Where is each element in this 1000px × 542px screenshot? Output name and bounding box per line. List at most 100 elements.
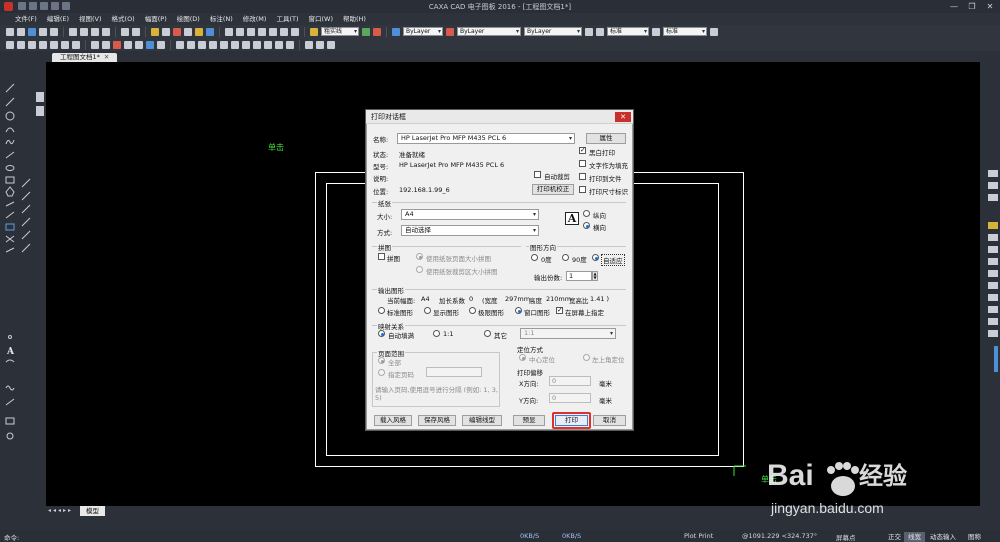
fillet-icon[interactable] bbox=[253, 40, 261, 49]
rotate-0-radio[interactable] bbox=[531, 254, 538, 261]
match-properties-icon[interactable] bbox=[162, 27, 170, 36]
radius-dim-icon[interactable] bbox=[102, 40, 110, 49]
gear-icon[interactable] bbox=[206, 27, 214, 36]
table-icon[interactable] bbox=[61, 40, 69, 49]
tab-document[interactable]: 工程图文档1* ✕ bbox=[52, 53, 118, 62]
save-as-icon[interactable] bbox=[39, 27, 47, 36]
cut-icon[interactable] bbox=[69, 27, 77, 36]
print-size-mark-checkbox[interactable] bbox=[579, 186, 586, 193]
trim-icon[interactable] bbox=[176, 40, 184, 49]
text-style-icon[interactable] bbox=[596, 27, 604, 36]
x-offset-input[interactable]: 0 bbox=[549, 376, 591, 386]
frame-icon[interactable] bbox=[17, 40, 25, 49]
tile-crop-size-radio[interactable] bbox=[416, 266, 423, 273]
page-numbers-input[interactable] bbox=[426, 367, 482, 377]
save-style-button[interactable]: 保存风格 bbox=[418, 415, 456, 426]
undo-icon[interactable] bbox=[121, 27, 129, 36]
grid-icon[interactable] bbox=[327, 40, 335, 49]
save-icon[interactable] bbox=[28, 27, 36, 36]
chamfer-icon[interactable] bbox=[264, 40, 272, 49]
menu-dimension[interactable]: 标注(N) bbox=[205, 13, 238, 25]
text-as-fill-checkbox[interactable] bbox=[579, 160, 586, 167]
layer-combo[interactable]: ByLayer bbox=[403, 27, 443, 36]
zoom-all-icon[interactable] bbox=[247, 27, 255, 36]
linewidth-toggle[interactable]: 线宽 bbox=[904, 532, 925, 542]
dimension-icon[interactable] bbox=[91, 40, 99, 49]
tab-model[interactable]: 模型 bbox=[80, 506, 105, 516]
section-icon[interactable] bbox=[157, 40, 165, 49]
layout-nav-arrows[interactable]: ◂◂◂▸▸ bbox=[48, 507, 73, 514]
menu-edit[interactable]: 编辑(E) bbox=[42, 13, 74, 25]
screen-point-toggle[interactable]: 屏幕点 bbox=[836, 532, 856, 542]
minimize-button[interactable]: — bbox=[946, 1, 962, 12]
new-icon[interactable] bbox=[6, 27, 14, 36]
maximize-button[interactable]: ❐ bbox=[964, 1, 980, 12]
zoom-prev-icon[interactable] bbox=[258, 27, 266, 36]
other-scale-radio[interactable] bbox=[484, 330, 491, 337]
close-tab-icon[interactable]: ✕ bbox=[104, 53, 109, 61]
standard-figure-radio[interactable] bbox=[378, 307, 385, 314]
center-position-radio[interactable] bbox=[519, 354, 526, 361]
datum-icon[interactable] bbox=[124, 40, 132, 49]
dim-style-combo[interactable]: 标准 bbox=[663, 27, 707, 36]
paste-icon[interactable] bbox=[91, 27, 99, 36]
refresh-icon[interactable] bbox=[291, 27, 299, 36]
menu-draw[interactable]: 绘图(D) bbox=[172, 13, 205, 25]
parts-list-icon[interactable] bbox=[39, 40, 47, 49]
balloon-icon[interactable] bbox=[50, 40, 58, 49]
portrait-radio[interactable] bbox=[583, 210, 590, 217]
copy-icon[interactable] bbox=[80, 27, 88, 36]
tile-checkbox[interactable] bbox=[378, 253, 385, 260]
color-combo[interactable]: ByLayer bbox=[457, 27, 521, 36]
menu-modify[interactable]: 修改(M) bbox=[238, 13, 272, 25]
redo-icon[interactable] bbox=[132, 27, 140, 36]
title-block-icon[interactable] bbox=[28, 40, 36, 49]
other-scale-select[interactable]: 1:1 ▾ bbox=[520, 328, 616, 339]
layer-manager-icon[interactable] bbox=[373, 27, 381, 36]
offset-icon[interactable] bbox=[198, 40, 206, 49]
auto-fill-radio[interactable] bbox=[378, 330, 385, 337]
close-window-button[interactable]: ✕ bbox=[982, 1, 998, 12]
rotate-90-radio[interactable] bbox=[562, 254, 569, 261]
one-to-one-radio[interactable] bbox=[433, 330, 440, 337]
lightbulb-icon[interactable] bbox=[310, 27, 318, 36]
landscape-radio[interactable] bbox=[583, 222, 590, 229]
menu-tools[interactable]: 工具(T) bbox=[271, 13, 303, 25]
color-icon[interactable] bbox=[446, 27, 454, 36]
on-screen-checkbox[interactable] bbox=[556, 306, 563, 314]
array-icon[interactable] bbox=[242, 40, 250, 49]
clipboard-icon[interactable] bbox=[151, 27, 159, 36]
explode-icon[interactable] bbox=[275, 40, 283, 49]
preview-button[interactable]: 预显 bbox=[513, 415, 545, 426]
roughness-icon[interactable] bbox=[135, 40, 143, 49]
menu-help[interactable]: 帮助(H) bbox=[338, 13, 371, 25]
tile-page-size-radio[interactable] bbox=[416, 253, 423, 260]
calibrate-button[interactable]: 打印机校正 bbox=[532, 184, 574, 195]
print-to-file-checkbox[interactable] bbox=[579, 173, 586, 180]
edit-linetype-button[interactable]: 编辑线型 bbox=[462, 415, 502, 426]
auto-crop-checkbox[interactable] bbox=[534, 171, 541, 178]
top-left-position-radio[interactable] bbox=[583, 354, 590, 361]
specified-pages-radio[interactable] bbox=[378, 369, 385, 376]
extend-icon[interactable] bbox=[187, 40, 195, 49]
pan-icon[interactable] bbox=[225, 27, 233, 36]
print-icon[interactable] bbox=[50, 27, 58, 36]
window-figure-radio[interactable] bbox=[515, 307, 522, 314]
dim-style-icon[interactable] bbox=[652, 27, 660, 36]
load-style-button[interactable]: 载入风格 bbox=[374, 415, 412, 426]
open-icon[interactable] bbox=[17, 27, 25, 36]
dialog-close-button[interactable]: ✕ bbox=[615, 112, 631, 122]
tolerance-icon[interactable] bbox=[113, 40, 121, 49]
printer-name-select[interactable]: HP LaserJet Pro MFP M435 PCL 6 ▾ bbox=[397, 133, 575, 144]
layer-prop-icon[interactable] bbox=[392, 27, 400, 36]
menu-file[interactable]: 文件(F) bbox=[10, 13, 42, 25]
block-icon[interactable] bbox=[184, 27, 192, 36]
mirror-icon[interactable] bbox=[209, 40, 217, 49]
rotate-auto-radio[interactable] bbox=[592, 254, 599, 261]
properties-button[interactable]: 属性 bbox=[586, 133, 626, 144]
copies-spinner[interactable]: ▲ ▼ bbox=[592, 271, 598, 281]
display-figure-radio[interactable] bbox=[424, 307, 431, 314]
paper-size-select[interactable]: A4 ▾ bbox=[401, 209, 539, 220]
black-white-checkbox[interactable] bbox=[579, 146, 586, 154]
paste-special-icon[interactable] bbox=[102, 27, 110, 36]
